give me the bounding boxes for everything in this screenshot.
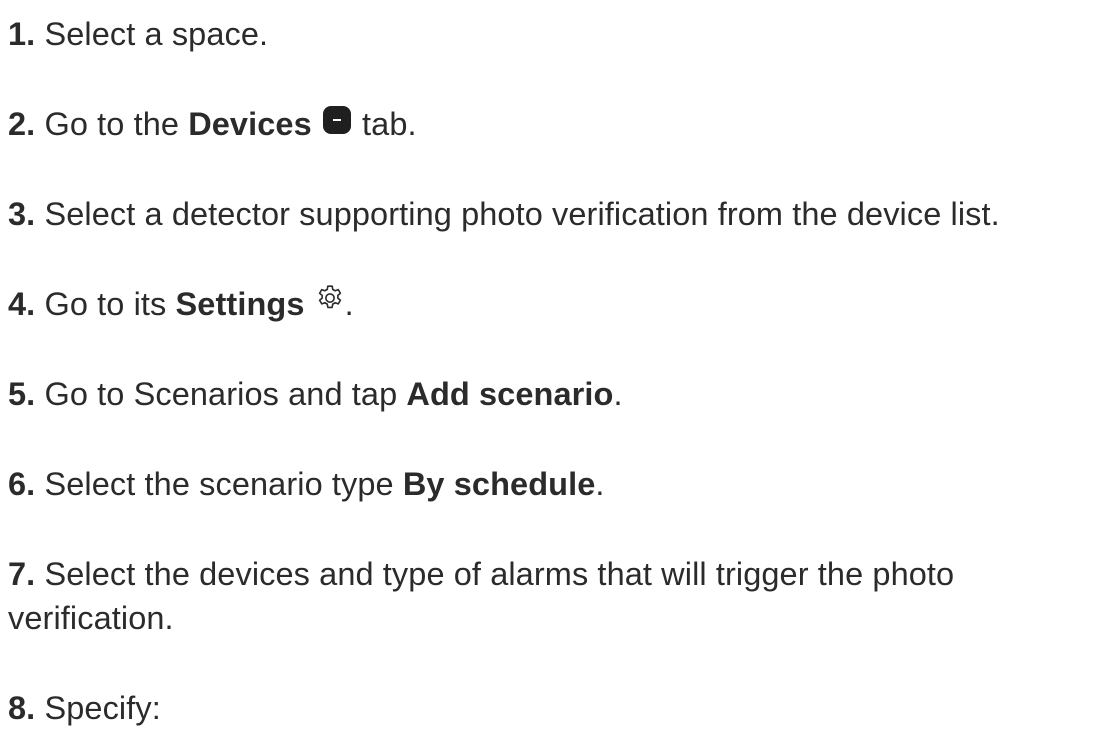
step-4: 4. Go to its Settings . xyxy=(8,282,1111,326)
add-scenario-label: Add scenario xyxy=(406,376,614,412)
step-5: 5. Go to Scenarios and tap Add scenario. xyxy=(8,372,1111,416)
step-text: Select a space. xyxy=(44,16,269,52)
step-1: 1. Select a space. xyxy=(8,12,1111,56)
step-text-end: . xyxy=(344,286,354,322)
step-number: 2. xyxy=(8,106,36,142)
step-text-end: tab. xyxy=(352,106,417,142)
step-number: 7. xyxy=(8,556,36,592)
step-number: 6. xyxy=(8,466,36,502)
settings-label: Settings xyxy=(175,286,305,322)
by-schedule-label: By schedule xyxy=(402,466,596,502)
gear-icon xyxy=(318,285,341,309)
step-text: Go to the xyxy=(44,106,189,142)
step-number: 5. xyxy=(8,376,36,412)
step-7: 7. Select the devices and type of alarms… xyxy=(8,552,1008,640)
step-text: Select the scenario type xyxy=(44,466,403,502)
step-text-end: . xyxy=(595,466,605,502)
step-2: 2. Go to the Devices tab. xyxy=(8,102,1111,146)
step-text: Specify: xyxy=(44,690,161,726)
step-text: Select a detector supporting photo verif… xyxy=(44,196,1000,232)
step-8: 8. Specify: xyxy=(8,686,1111,730)
step-text: Go to its xyxy=(44,286,176,322)
instruction-steps: 1. Select a space. 2. Go to the Devices … xyxy=(0,0,1115,726)
step-3: 3. Select a detector supporting photo ve… xyxy=(8,192,1111,236)
step-number: 3. xyxy=(8,196,36,232)
step-number: 1. xyxy=(8,16,36,52)
step-text-end: . xyxy=(613,376,623,412)
step-text: Select the devices and type of alarms th… xyxy=(8,556,955,636)
devices-tab-label: Devices xyxy=(188,106,312,142)
step-text: Go to Scenarios and tap xyxy=(44,376,407,412)
step-number: 4. xyxy=(8,286,36,322)
step-number: 8. xyxy=(8,690,36,726)
devices-tab-icon xyxy=(322,106,351,135)
step-6: 6. Select the scenario type By schedule. xyxy=(8,462,1111,506)
